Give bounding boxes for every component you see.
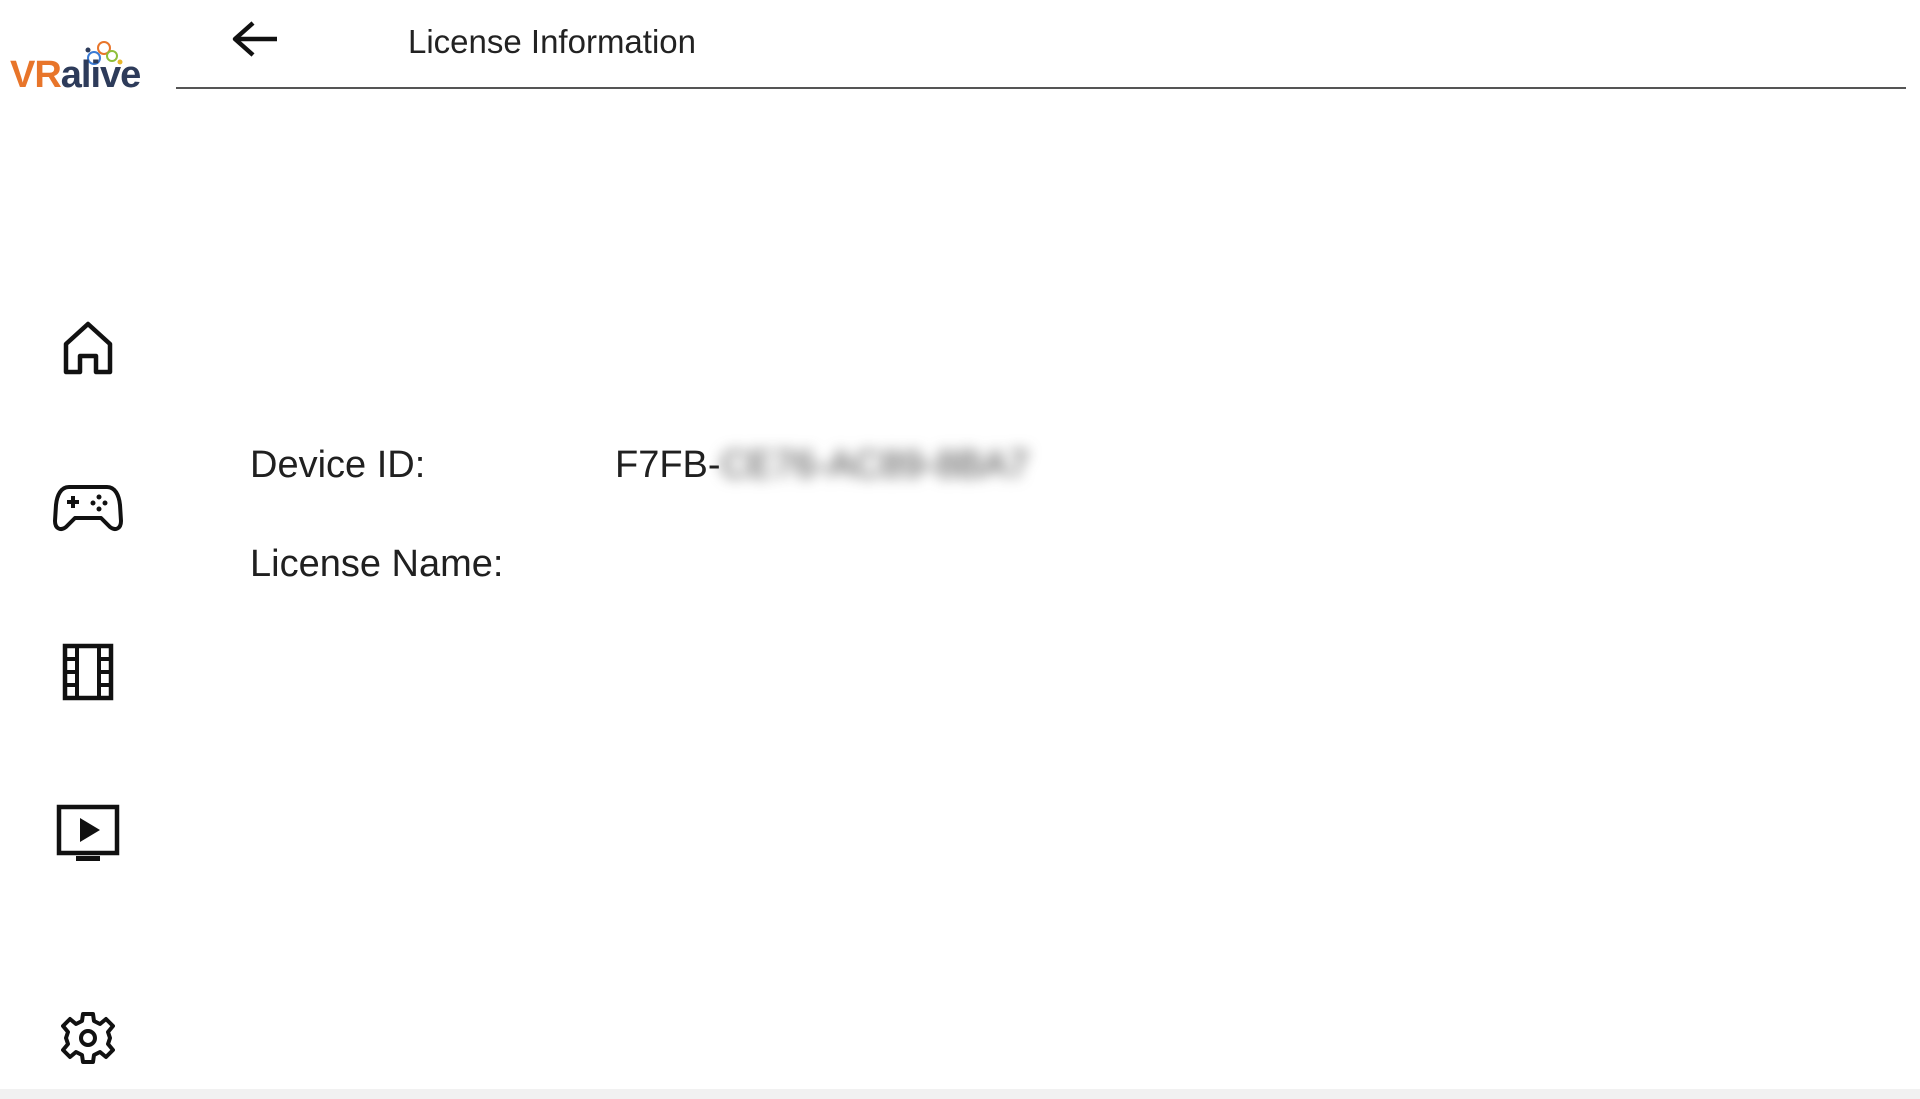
play-screen-icon	[56, 804, 120, 861]
sidebar-item-settings[interactable]	[48, 998, 128, 1078]
device-id-row: Device ID: F7FB-CE76-AC89-8BA7	[250, 443, 1029, 489]
sidebar-nav	[0, 0, 176, 1090]
bottom-edge-bar	[0, 1089, 1920, 1099]
film-icon	[62, 643, 114, 701]
device-id-visible-text: F7FB-	[615, 444, 721, 486]
back-button[interactable]	[226, 12, 286, 66]
sidebar-item-player[interactable]	[48, 794, 128, 874]
header-bar: License Information	[176, 0, 1906, 89]
license-name-row: License Name:	[250, 542, 615, 588]
page-title: License Information	[408, 23, 696, 60]
home-icon	[63, 321, 113, 375]
device-id-value: F7FB-CE76-AC89-8BA7	[615, 443, 1029, 489]
gamepad-icon	[53, 485, 123, 531]
license-name-label: License Name:	[250, 543, 504, 585]
sidebar-item-videos[interactable]	[48, 632, 128, 712]
device-id-label: Device ID:	[250, 444, 426, 486]
sidebar-item-home[interactable]	[48, 308, 128, 388]
sidebar-item-games[interactable]	[48, 468, 128, 548]
arrow-left-icon	[232, 21, 277, 57]
device-id-blurred-text: CE76-AC89-8BA7	[720, 444, 1029, 486]
gear-icon	[61, 1012, 115, 1064]
app-window: VRalive License Information Device ID: F…	[0, 0, 1920, 1099]
